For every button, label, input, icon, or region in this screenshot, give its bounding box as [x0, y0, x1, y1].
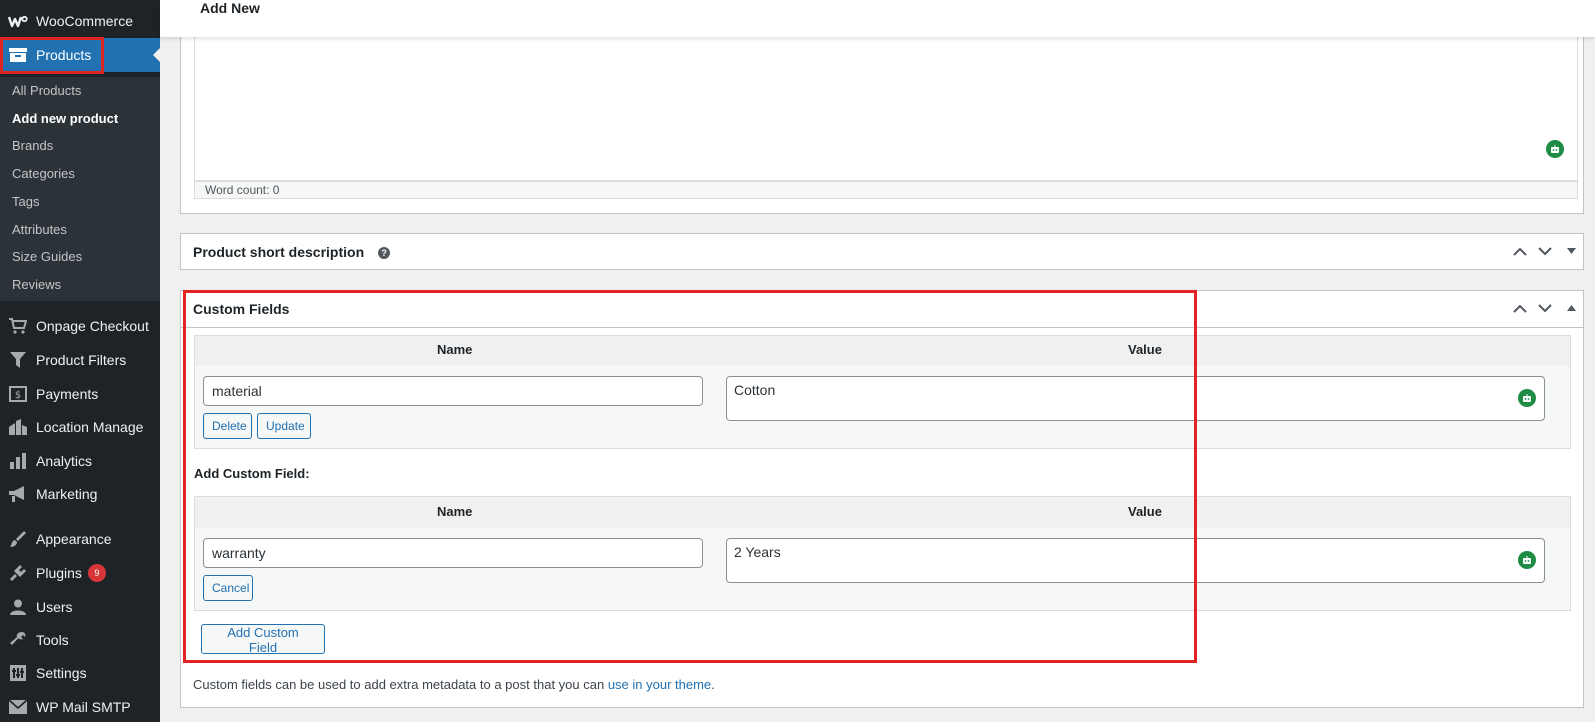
short-description-heading: Product short description? [193, 244, 391, 260]
move-down-chevron-icon[interactable] [1536, 242, 1554, 260]
description-editor[interactable] [194, 37, 1578, 181]
submenu-all-products[interactable]: All Products [12, 83, 81, 98]
update-field-button[interactable]: Update [257, 413, 311, 439]
header-bar: Add New [160, 0, 1595, 37]
menu-product-filters-label: Product Filters [36, 352, 127, 368]
menu-payments[interactable]: $ Payments [0, 377, 160, 411]
woocommerce-logo-icon [0, 14, 36, 28]
value-column-header: Value [1128, 342, 1162, 357]
add-custom-field-label: Add Custom Field: [194, 466, 310, 481]
menu-payments-label: Payments [36, 386, 99, 402]
help-icon[interactable]: ? [378, 247, 391, 260]
submenu-reviews[interactable]: Reviews [12, 277, 61, 292]
menu-settings-label: Settings [36, 665, 87, 681]
products-submenu: All Products Add new product Brands Cate… [0, 77, 160, 301]
word-count: Word count: 0 [194, 181, 1578, 199]
menu-appearance-label: Appearance [36, 531, 112, 547]
paintbrush-icon [0, 531, 36, 547]
admin-sidebar: WooCommerce Products All Products Add ne… [0, 0, 160, 722]
existing-field-name-input[interactable] [203, 376, 703, 406]
menu-users-label: Users [36, 599, 73, 615]
analytics-icon [0, 453, 36, 469]
move-up-chevron-icon[interactable] [1511, 242, 1529, 260]
menu-marketing-label: Marketing [36, 486, 98, 502]
active-menu-arrow [153, 48, 160, 62]
submenu-categories[interactable]: Categories [12, 166, 75, 181]
menu-wp-mail-smtp[interactable]: WP Mail SMTP [0, 690, 160, 722]
archive-box-icon [0, 48, 36, 62]
plugins-update-badge: 9 [87, 564, 106, 582]
custom-fields-title: Custom Fields [193, 301, 290, 317]
ai-assistant-icon[interactable] [1546, 140, 1564, 158]
postbox-header-divider [180, 327, 1584, 328]
payments-icon: $ [0, 386, 36, 402]
settings-icon [0, 665, 36, 681]
menu-tools[interactable]: Tools [0, 623, 160, 657]
wrench-icon [0, 632, 36, 648]
new-field-name-input[interactable] [203, 538, 703, 568]
menu-analytics-label: Analytics [36, 453, 93, 469]
help-text: Custom fields can be used to add extra m… [193, 677, 608, 692]
location-icon [0, 419, 36, 435]
menu-products-label: Products [36, 47, 92, 63]
menu-plugins[interactable]: Plugins 9 [0, 556, 160, 590]
menu-plugins-label: Plugins [36, 565, 82, 581]
menu-product-filters[interactable]: Product Filters [0, 343, 160, 377]
menu-users[interactable]: Users [0, 590, 160, 624]
collapse-panel-triangle-icon[interactable] [1563, 299, 1579, 317]
use-in-theme-link[interactable]: use in your theme [608, 677, 711, 692]
existing-table-header [195, 336, 1570, 366]
menu-appearance[interactable]: Appearance [0, 522, 160, 556]
menu-location-manage[interactable]: Location Manage [0, 410, 160, 444]
cancel-button[interactable]: Cancel [203, 575, 253, 601]
ai-assistant-icon[interactable] [1518, 389, 1536, 407]
existing-field-value-textarea[interactable]: Cotton [726, 376, 1545, 421]
megaphone-icon [0, 486, 36, 502]
toggle-panel-triangle-icon[interactable] [1563, 242, 1579, 260]
menu-marketing[interactable]: Marketing [0, 477, 160, 511]
menu-woocommerce-label: WooCommerce [36, 13, 133, 29]
name-column-header: Name [437, 342, 473, 357]
menu-products[interactable]: Products [0, 38, 160, 72]
page-title: Add New [200, 0, 260, 16]
plugin-icon [0, 565, 36, 581]
help-text-end: . [711, 677, 715, 692]
cart-icon [0, 318, 36, 334]
menu-settings[interactable]: Settings [0, 656, 160, 690]
short-description-title: Product short description [193, 244, 365, 260]
svg-text:$: $ [15, 390, 21, 401]
move-up-chevron-icon[interactable] [1511, 299, 1529, 317]
move-down-chevron-icon[interactable] [1536, 299, 1554, 317]
menu-wp-mail-smtp-label: WP Mail SMTP [36, 699, 131, 715]
submenu-tags[interactable]: Tags [12, 194, 39, 209]
submenu-brands[interactable]: Brands [12, 138, 53, 153]
user-icon [0, 599, 36, 615]
delete-field-button[interactable]: Delete [203, 413, 252, 439]
mail-icon [0, 700, 36, 714]
new-table-header [195, 497, 1570, 528]
menu-tools-label: Tools [36, 632, 69, 648]
name-column-header: Name [437, 504, 473, 519]
filter-icon [0, 352, 36, 368]
menu-location-manage-label: Location Manage [36, 419, 144, 435]
menu-onpage-checkout-label: Onpage Checkout [36, 318, 149, 334]
menu-woocommerce[interactable]: WooCommerce [0, 4, 160, 38]
submenu-add-new-product[interactable]: Add new product [12, 111, 118, 126]
submenu-size-guides[interactable]: Size Guides [12, 249, 82, 264]
new-field-value-textarea[interactable]: 2 Years [726, 538, 1545, 583]
ai-assistant-icon[interactable] [1518, 551, 1536, 569]
custom-fields-help-text: Custom fields can be used to add extra m… [193, 677, 715, 692]
short-description-postbox[interactable] [180, 233, 1584, 270]
add-custom-field-button[interactable]: Add Custom Field [201, 624, 325, 655]
value-column-header: Value [1128, 504, 1162, 519]
menu-onpage-checkout[interactable]: Onpage Checkout [0, 309, 160, 343]
submenu-attributes[interactable]: Attributes [12, 222, 67, 237]
menu-analytics[interactable]: Analytics [0, 444, 160, 478]
